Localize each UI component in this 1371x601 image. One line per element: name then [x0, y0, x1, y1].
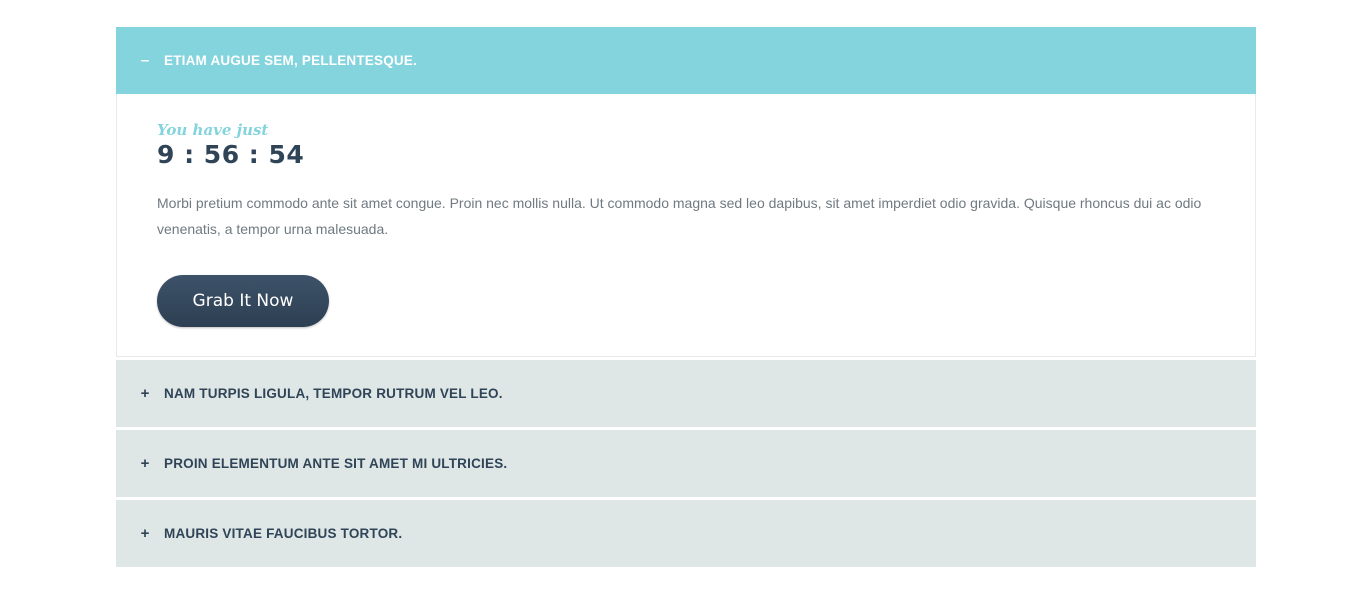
accordion-title: Mauris vitae faucibus tortor.	[164, 526, 403, 541]
accordion-header-open[interactable]: – Etiam augue sem, pellentesque.	[116, 27, 1256, 94]
plus-icon: +	[140, 385, 150, 402]
plus-icon: +	[140, 525, 150, 542]
accordion-title: Etiam augue sem, pellentesque.	[164, 53, 418, 68]
panel-body-text: Morbi pretium commodo ante sit amet cong…	[157, 195, 1202, 237]
plus-icon: +	[140, 455, 150, 472]
countdown-timer: 9 : 56 : 54	[157, 140, 305, 169]
accordion-panel: You have just 9 : 56 : 54 Morbi pretium …	[116, 94, 1256, 357]
grab-it-now-button[interactable]: Grab It Now	[157, 275, 329, 327]
countdown-label: You have just	[157, 121, 269, 139]
accordion-header-item-4[interactable]: + Mauris vitae faucibus tortor.	[116, 500, 1256, 567]
minus-icon: –	[140, 52, 150, 69]
accordion: – Etiam augue sem, pellentesque. You hav…	[116, 27, 1256, 567]
accordion-title: Nam turpis ligula, tempor rutrum vel leo…	[164, 386, 503, 401]
accordion-title: Proin elementum ante sit amet mi ultrici…	[164, 456, 508, 471]
accordion-header-item-2[interactable]: + Nam turpis ligula, tempor rutrum vel l…	[116, 360, 1256, 427]
accordion-header-item-3[interactable]: + Proin elementum ante sit amet mi ultri…	[116, 430, 1256, 497]
